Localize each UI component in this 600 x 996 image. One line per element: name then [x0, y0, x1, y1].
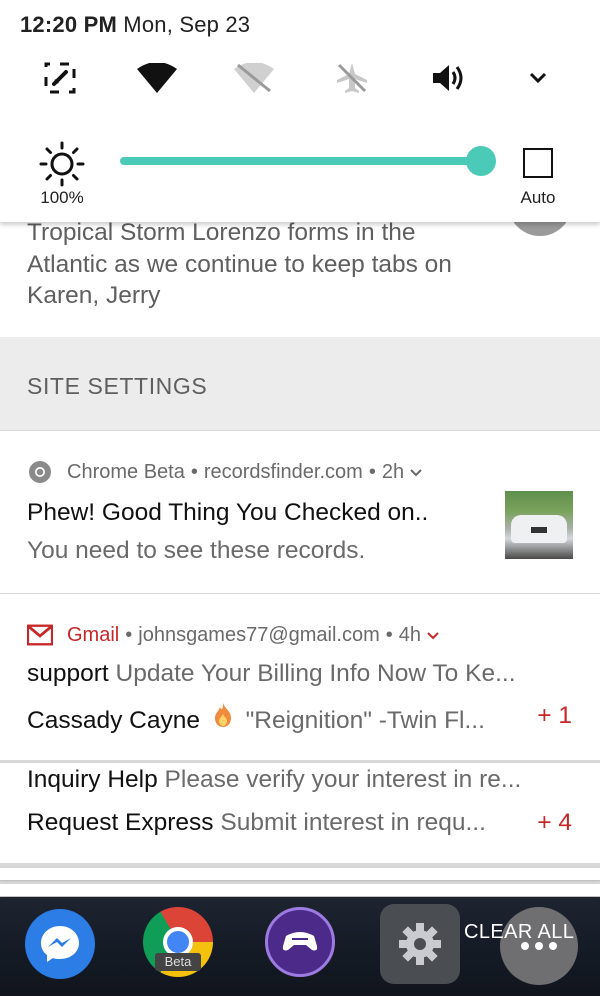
- email-sender: Inquiry Help: [27, 766, 158, 793]
- status-header: 12:20 PM Mon, Sep 23: [20, 12, 250, 38]
- chevron-down-icon[interactable]: [410, 464, 422, 480]
- auto-brightness-label: Auto: [520, 188, 556, 207]
- settings-icon[interactable]: [380, 904, 460, 984]
- chrome-notification-title: Phew! Good Thing You Checked on..: [27, 499, 429, 526]
- email-line[interactable]: support Update Your Billing Info Now To …: [27, 660, 572, 692]
- chrome-beta-icon[interactable]: Beta: [143, 907, 213, 977]
- wifi-icon[interactable]: [131, 48, 183, 108]
- gmail-icon: [27, 622, 53, 648]
- volume-icon[interactable]: [423, 48, 475, 108]
- gmail-notification-second[interactable]: Inquiry Help Please verify your interest…: [0, 763, 600, 863]
- email-sender: support: [27, 660, 109, 687]
- airplane-mode-off-icon[interactable]: [326, 48, 378, 108]
- email-line[interactable]: Cassady Cayne "Reignition" -Twin Fl... +…: [27, 702, 572, 734]
- brightness-row: 100% Auto: [0, 134, 600, 214]
- notification-thumbnail-image: [505, 491, 573, 559]
- chrome-small-icon: [27, 459, 53, 485]
- auto-brightness-checkbox[interactable]: [523, 148, 553, 178]
- email-count-badge: + 1: [537, 702, 572, 729]
- quick-settings-tiles: [0, 48, 600, 108]
- separator-dot: •: [368, 460, 376, 483]
- stacked-notification-edge[interactable]: [0, 868, 600, 880]
- screen-cast-icon[interactable]: [34, 48, 86, 108]
- slider-fill: [120, 157, 481, 165]
- email-sender: Cassady Cayne: [27, 707, 200, 734]
- brightness-slider[interactable]: [120, 144, 496, 178]
- email-line[interactable]: Request Express Submit interest in requ.…: [27, 809, 572, 841]
- chrome-notification-body: You need to see these records.: [27, 537, 366, 564]
- chrome-age: 2h: [381, 460, 405, 483]
- gmail-notification-header: Gmail • johnsgames77@gmail.com • 4h: [27, 622, 439, 648]
- clear-all-button[interactable]: CLEAR ALL: [464, 921, 574, 944]
- chrome-notification[interactable]: Chrome Beta • recordsfinder.com • 2h Phe…: [0, 431, 600, 593]
- fire-emoji-icon: [213, 702, 235, 735]
- email-line[interactable]: Inquiry Help Please verify your interest…: [27, 766, 572, 798]
- gmail-age: 4h: [398, 623, 422, 646]
- email-subject: Please verify your interest in re...: [164, 766, 522, 793]
- game-app-icon[interactable]: [265, 907, 335, 977]
- car-grille: [531, 527, 547, 533]
- cellular-off-icon[interactable]: [228, 48, 280, 108]
- email-subject: Update Your Billing Info Now To Ke...: [115, 660, 516, 687]
- email-sender: Request Express: [27, 809, 214, 836]
- separator-dot: •: [190, 460, 198, 483]
- stacked-notification-edge[interactable]: [0, 884, 600, 896]
- expand-chevron-icon[interactable]: [512, 48, 564, 108]
- gmail-notification[interactable]: Gmail • johnsgames77@gmail.com • 4h supp…: [0, 594, 600, 760]
- chrome-app-name: Chrome Beta: [67, 460, 185, 483]
- chrome-notification-header: Chrome Beta • recordsfinder.com • 2h: [27, 459, 422, 485]
- app-dock: Beta CLEAR ALL: [0, 897, 600, 996]
- gmail-app-name: Gmail: [67, 623, 120, 646]
- email-count-badge: + 4: [537, 809, 572, 836]
- site-settings-header[interactable]: SITE SETTINGS: [0, 337, 600, 430]
- separator-dot: •: [125, 623, 133, 646]
- brightness-sun-icon: [38, 140, 86, 188]
- chrome-beta-badge: Beta: [155, 953, 201, 971]
- messenger-icon[interactable]: [25, 909, 95, 979]
- chrome-site: recordsfinder.com: [203, 460, 363, 483]
- slider-thumb[interactable]: [466, 146, 496, 176]
- clock-time: 12:20 PM: [20, 12, 117, 37]
- date-text: Mon, Sep 23: [123, 12, 251, 37]
- separator-dot: •: [385, 623, 393, 646]
- quick-settings-panel: 12:20 PM Mon, Sep 23 100% Auto: [0, 0, 600, 222]
- more-icon[interactable]: [500, 907, 578, 985]
- chevron-down-icon[interactable]: [427, 627, 439, 643]
- email-subject: "Reignition" -Twin Fl...: [245, 707, 485, 734]
- email-subject: Submit interest in requ...: [220, 809, 486, 836]
- news-notification-text: Tropical Storm Lorenzo forms in the Atla…: [27, 219, 452, 309]
- gmail-account: johnsgames77@gmail.com: [138, 623, 380, 646]
- brightness-percent: 100%: [40, 188, 84, 207]
- site-settings-label: SITE SETTINGS: [27, 373, 208, 399]
